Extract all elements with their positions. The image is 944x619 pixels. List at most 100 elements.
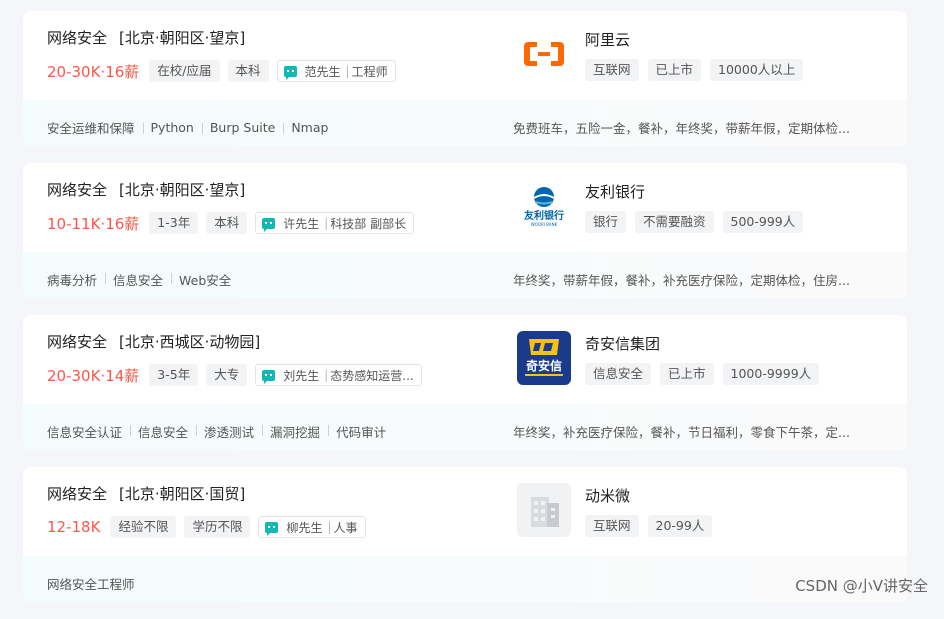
job-tag: 3-5年 bbox=[149, 364, 199, 386]
job-card-header: 网络安全北京·朝阳区·望京 10-11K·16薪 1-3年 本科 许先生 |科技部… bbox=[23, 163, 907, 252]
recruiter-name: 刘先生 bbox=[283, 368, 320, 383]
company-tag: 10000人以上 bbox=[710, 59, 804, 81]
job-tag: 学历不限 bbox=[184, 516, 251, 538]
building-icon bbox=[517, 483, 571, 537]
job-location: 北京·朝阳区·望京 bbox=[119, 181, 245, 199]
job-title[interactable]: 网络安全北京·朝阳区·望京 bbox=[47, 179, 245, 200]
company-name[interactable]: 奇安信集团 bbox=[585, 333, 660, 354]
logo-text: 友利银行 bbox=[524, 209, 564, 222]
skill-tag: 漏洞挖掘 bbox=[262, 422, 320, 441]
job-name[interactable]: 网络安全 bbox=[47, 29, 107, 47]
job-meta: 10-11K·16薪 1-3年 本科 许先生 | 科技部 副部长 bbox=[47, 211, 415, 235]
job-title[interactable]: 网络安全北京·朝阳区·国贸 bbox=[47, 483, 245, 504]
job-location: 北京·朝阳区·望京 bbox=[119, 29, 245, 47]
skill-tag: 渗透测试 bbox=[196, 422, 254, 441]
job-card-footer: 网络安全工程师 bbox=[23, 556, 907, 603]
company-logo[interactable] bbox=[517, 483, 571, 537]
company-name[interactable]: 动米微 bbox=[585, 485, 630, 506]
recruiter-title: 人事 bbox=[333, 520, 358, 535]
aliyun-logo-icon bbox=[517, 27, 571, 81]
company-tag: 已上市 bbox=[660, 363, 714, 385]
recruiter-chat-button[interactable]: 范先生 | 工程师 bbox=[276, 60, 396, 82]
skill-tag: Nmap bbox=[283, 120, 329, 135]
job-title[interactable]: 网络安全北京·西城区·动物园 bbox=[47, 331, 260, 352]
job-card-footer: 病毒分析 信息安全 Web安全 年终奖，带薪年假，餐补，补充医疗保险，定期体检，… bbox=[23, 252, 907, 299]
company-name[interactable]: 阿里云 bbox=[585, 29, 630, 50]
recruiter-separator: | bbox=[324, 368, 329, 382]
job-name[interactable]: 网络安全 bbox=[47, 181, 107, 199]
job-tag: 本科 bbox=[227, 60, 269, 82]
job-card-footer: 信息安全认证 信息安全 渗透测试 漏洞挖掘 代码审计 年终奖，补充医疗保险，餐补… bbox=[23, 404, 907, 451]
company-logo[interactable] bbox=[517, 27, 571, 81]
skill-tag: Burp Suite bbox=[201, 120, 276, 135]
skill-tag: 病毒分析 bbox=[47, 273, 98, 288]
job-tag: 大专 bbox=[206, 364, 248, 386]
job-name[interactable]: 网络安全 bbox=[47, 333, 107, 351]
qianxin-logo-icon: 奇安信 bbox=[517, 331, 571, 385]
skill-tag: Python bbox=[142, 120, 194, 135]
chat-icon bbox=[262, 369, 276, 384]
csdn-watermark: CSDN @小V讲安全 bbox=[795, 577, 928, 595]
skill-tag: 信息安全 bbox=[105, 270, 163, 289]
company-tags: 互联网 20-99人 bbox=[585, 515, 721, 537]
job-card[interactable]: 网络安全北京·朝阳区·望京 10-11K·16薪 1-3年 本科 许先生 |科技部… bbox=[23, 163, 907, 299]
recruiter-title: 科技部 副部长 bbox=[330, 216, 407, 231]
job-list: 网络安全北京·朝阳区·望京 20-30K·16薪 在校/应届 本科 范先生|工程… bbox=[23, 11, 907, 619]
job-card[interactable]: 网络安全北京·朝阳区·望京 20-30K·16薪 在校/应届 本科 范先生 |工程… bbox=[23, 11, 907, 147]
salary: 20-30K·14薪 bbox=[47, 366, 140, 385]
job-card[interactable]: 网络安全北京·西城区·动物园 20-30K·14薪 3-5年 大专 刘先生 |态势… bbox=[23, 315, 907, 451]
company-tags: 银行 不需要融资 500-999人 bbox=[585, 211, 812, 233]
job-tag: 1-3年 bbox=[149, 212, 199, 234]
job-tag: 在校/应届 bbox=[149, 60, 220, 82]
company-tag: 500-999人 bbox=[722, 211, 804, 233]
salary: 20-30K·16薪 bbox=[47, 62, 140, 81]
skill-tag: 信息安全认证 bbox=[47, 425, 123, 440]
company-tags: 互联网 已上市 10000人以上 bbox=[585, 59, 812, 81]
job-location: 北京·西城区·动物园 bbox=[119, 333, 260, 351]
chat-icon bbox=[262, 217, 276, 232]
recruiter-chat-button[interactable]: 许先生 | 科技部 副部长 bbox=[255, 212, 415, 234]
company-benefits: 年终奖，带薪年假，餐补，补充医疗保险，定期体检，住房... bbox=[513, 273, 850, 288]
company-name[interactable]: 友利银行 bbox=[585, 181, 645, 202]
recruiter-separator: | bbox=[324, 216, 329, 230]
job-name[interactable]: 网络安全 bbox=[47, 485, 107, 503]
recruiter-separator: | bbox=[327, 520, 332, 534]
skill-list: 信息安全认证 信息安全 渗透测试 漏洞挖掘 代码审计 bbox=[47, 422, 386, 441]
company-tag: 信息安全 bbox=[585, 363, 652, 385]
job-title[interactable]: 网络安全北京·朝阳区·望京 bbox=[47, 27, 245, 48]
skill-list: 病毒分析 信息安全 Web安全 bbox=[47, 270, 231, 289]
job-tag: 经验不限 bbox=[110, 516, 177, 538]
skill-tag: Web安全 bbox=[170, 270, 231, 289]
job-meta: 20-30K·14薪 3-5年 大专 刘先生 | 态势感知运营... bbox=[47, 363, 422, 387]
recruiter-name: 柳先生 bbox=[286, 520, 323, 535]
job-card-header: 网络安全北京·朝阳区·国贸 12-18K 经验不限 学历不限 柳先生 |人事 bbox=[23, 467, 907, 556]
recruiter-chat-button[interactable]: 柳先生 | 人事 bbox=[258, 516, 366, 538]
job-card-header: 网络安全北京·西城区·动物园 20-30K·14薪 3-5年 大专 刘先生 |态势… bbox=[23, 315, 907, 404]
skill-tag: 代码审计 bbox=[328, 422, 386, 441]
job-card[interactable]: 网络安全北京·朝阳区·国贸 12-18K 经验不限 学历不限 柳先生 |人事 bbox=[23, 467, 907, 603]
logo-subtext: WOORI BANK bbox=[531, 222, 558, 227]
recruiter-title: 工程师 bbox=[351, 64, 388, 79]
company-logo[interactable]: 友利银行 WOORI BANK bbox=[517, 179, 571, 233]
skill-list: 安全运维和保障 Python Burp Suite Nmap bbox=[47, 118, 328, 137]
company-tag: 1000-9999人 bbox=[722, 363, 820, 385]
recruiter-separator: | bbox=[345, 64, 350, 78]
company-benefits: 免费班车，五险一金，餐补，年终奖，带薪年假，定期体检... bbox=[513, 121, 850, 136]
company-tag: 互联网 bbox=[585, 59, 639, 81]
salary: 10-11K·16薪 bbox=[47, 214, 140, 233]
job-card-header: 网络安全北京·朝阳区·望京 20-30K·16薪 在校/应届 本科 范先生 |工程… bbox=[23, 11, 907, 100]
job-card-footer: 安全运维和保障 Python Burp Suite Nmap 免费班车，五险一金… bbox=[23, 100, 907, 147]
company-tag: 已上市 bbox=[647, 59, 702, 81]
chat-icon bbox=[283, 65, 297, 80]
recruiter-name: 许先生 bbox=[283, 216, 320, 231]
company-tag: 银行 bbox=[585, 211, 627, 233]
company-logo[interactable]: 奇安信 bbox=[517, 331, 571, 385]
company-tag: 互联网 bbox=[585, 515, 639, 537]
company-tag: 不需要融资 bbox=[635, 211, 714, 233]
salary: 12-18K bbox=[47, 518, 101, 536]
skill-tag: 信息安全 bbox=[130, 422, 188, 441]
recruiter-chat-button[interactable]: 刘先生 | 态势感知运营... bbox=[255, 364, 422, 386]
company-tag: 20-99人 bbox=[647, 515, 713, 537]
job-meta: 20-30K·16薪 在校/应届 本科 范先生 | 工程师 bbox=[47, 59, 396, 83]
chat-icon bbox=[265, 521, 279, 536]
